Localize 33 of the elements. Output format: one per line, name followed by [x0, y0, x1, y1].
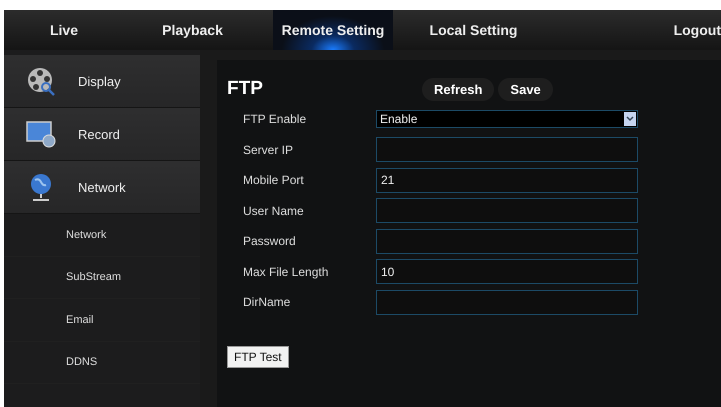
nav-tab[interactable]: Local Setting	[405, 10, 542, 50]
action-button[interactable]: Refresh	[422, 78, 494, 100]
panel-title: FTP	[227, 78, 264, 100]
film-reel-icon	[26, 66, 56, 96]
input-field[interactable]: 10	[376, 259, 638, 284]
input-field[interactable]	[376, 228, 638, 254]
nav-tab[interactable]: Live	[4, 10, 124, 50]
input-field[interactable]	[376, 290, 638, 315]
input-field[interactable]	[376, 137, 638, 162]
caret-icon	[624, 112, 636, 126]
field-label: Password	[242, 234, 297, 248]
sidebar-subitem[interactable]: Network	[4, 214, 200, 256]
field-label: FTP Enable	[242, 112, 308, 126]
sidebar-item[interactable]: Display	[4, 55, 200, 108]
nav-tab[interactable]: Logout	[542, 10, 721, 50]
nav-tab[interactable]: Remote Setting	[273, 10, 393, 50]
monitor-icon	[26, 119, 56, 149]
ftp-test-button[interactable]: FTP Test	[227, 346, 289, 368]
field-label: User Name	[242, 204, 305, 218]
sidebar-item[interactable]: Network	[4, 161, 200, 214]
input-field[interactable]: 21	[376, 168, 638, 193]
dropdown-field[interactable]: Enable	[376, 110, 638, 128]
input-field[interactable]	[376, 198, 638, 224]
nav-tab[interactable]: Playback	[124, 10, 261, 50]
field-label: Max File Length	[242, 264, 330, 279]
sidebar-subitem[interactable]: DDNS	[4, 342, 200, 384]
field-label: Mobile Port	[242, 173, 305, 188]
action-button[interactable]: Save	[498, 78, 553, 100]
sidebar-item[interactable]: Record	[4, 108, 200, 161]
sidebar-subitem[interactable]: SubStream	[4, 256, 200, 299]
field-label: DirName	[242, 295, 292, 310]
sidebar-subitem[interactable]: Email	[4, 299, 200, 342]
field-label: Server IP	[242, 142, 294, 157]
